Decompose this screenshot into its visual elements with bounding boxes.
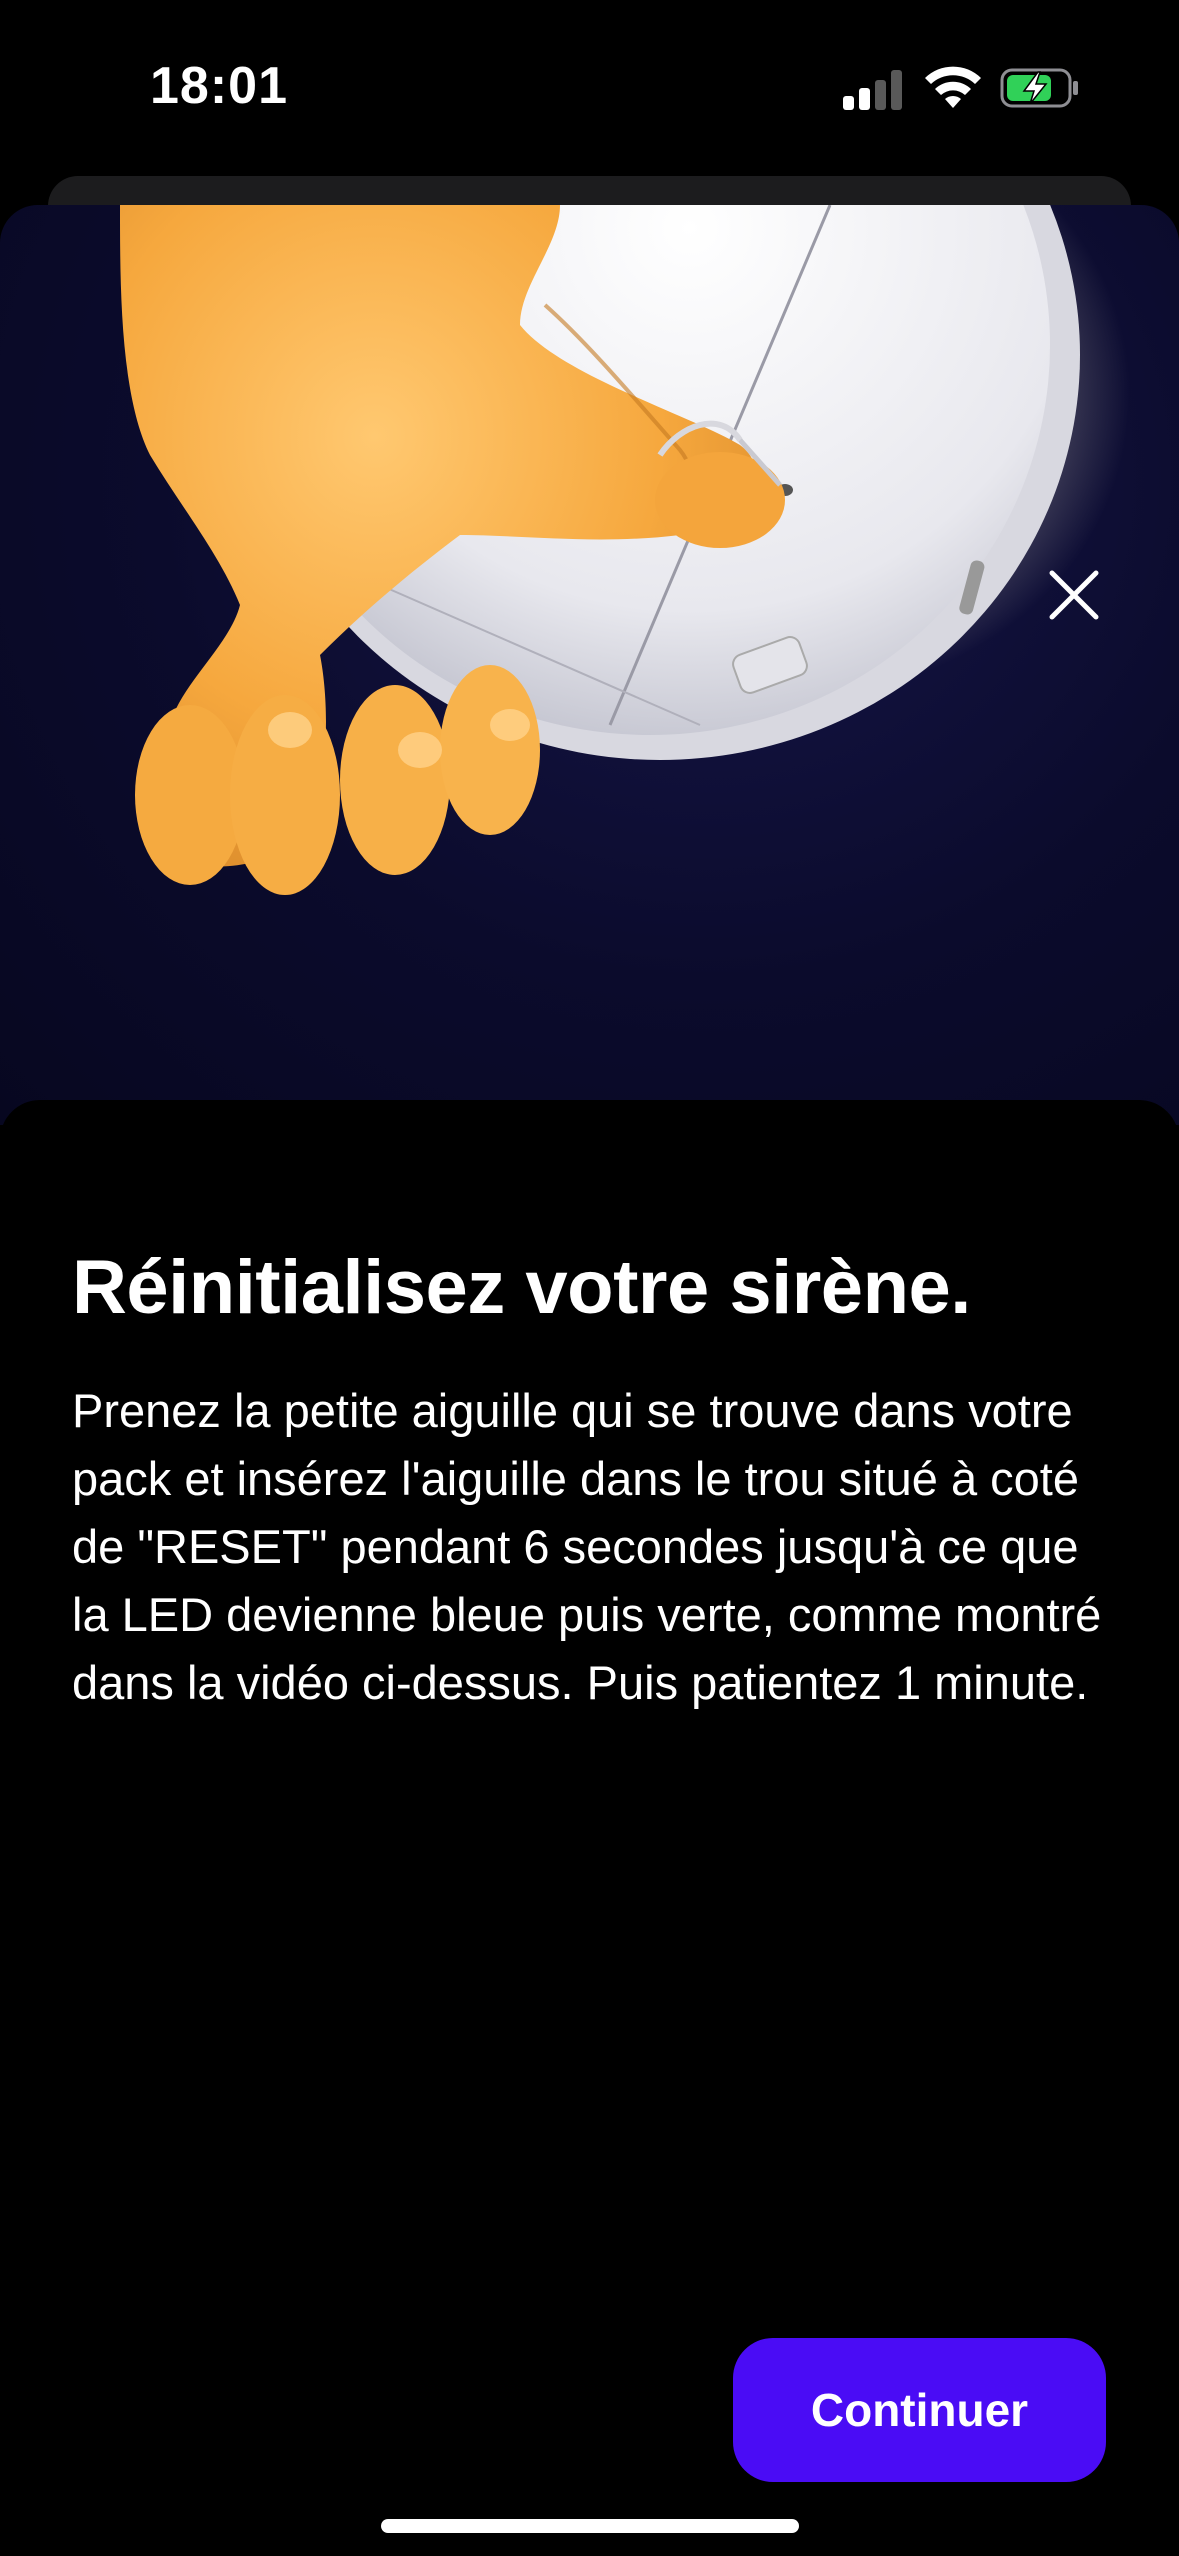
battery-charging-icon xyxy=(1000,68,1078,108)
instructions-text: Prenez la petite aiguille qui se trouve … xyxy=(72,1384,1102,1709)
status-time: 18:01 xyxy=(150,57,288,115)
close-icon xyxy=(1049,570,1099,620)
page-title: Réinitialisez votre sirène. xyxy=(72,1245,971,1330)
close-button[interactable] xyxy=(1042,563,1106,627)
home-indicator[interactable] xyxy=(381,2519,799,2533)
wifi-icon xyxy=(925,66,981,108)
continue-button[interactable]: Continuer xyxy=(733,2338,1106,2482)
hand-inserting-pin-into-siren-illustration xyxy=(0,205,1179,1125)
cellular-signal-icon xyxy=(843,70,905,110)
status-bar: 18:01 xyxy=(0,0,1179,175)
